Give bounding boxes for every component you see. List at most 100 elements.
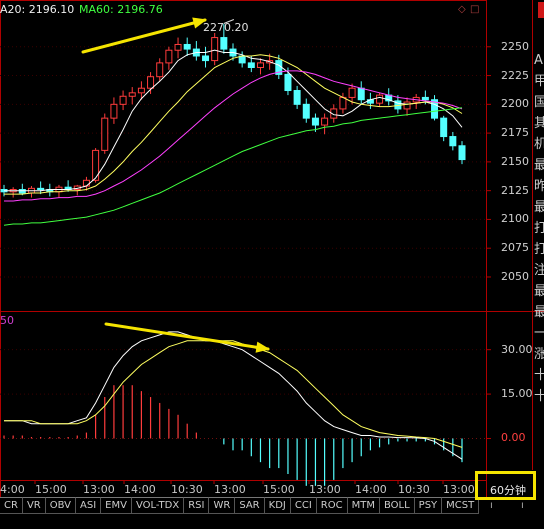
ma60-label: MA60: 2196.76 bbox=[79, 3, 163, 16]
candle-body bbox=[321, 117, 329, 126]
tab-emv[interactable]: EMV bbox=[100, 497, 132, 514]
macd-downtrend-arrow-head bbox=[255, 341, 270, 353]
tab-vol-tdx[interactable]: VOL-TDX bbox=[130, 497, 185, 514]
side-char: 十 bbox=[534, 368, 544, 383]
indicator-tabs: CR VR OBV ASI EMV VOL-TDX RSI WR SAR KDJ CCI ROC MTM… bbox=[0, 497, 487, 514]
price-tick-label: 2125 bbox=[501, 183, 529, 197]
side-char: 注 bbox=[534, 263, 544, 278]
candle-body bbox=[458, 145, 466, 161]
candle-body bbox=[302, 103, 310, 119]
high-annotation: 2270.20 bbox=[203, 21, 249, 34]
candle-body bbox=[440, 117, 448, 138]
tab-vr[interactable]: VR bbox=[21, 497, 46, 514]
time-tick-label: 14:00 bbox=[355, 483, 387, 496]
time-tick-label: 14:00 bbox=[124, 483, 156, 496]
outer-frame bbox=[0, 0, 487, 498]
chart-canvas[interactable] bbox=[0, 0, 544, 529]
price-tick-label: 2200 bbox=[501, 97, 529, 111]
side-tab[interactable] bbox=[538, 2, 544, 18]
tab-asi[interactable]: ASI bbox=[75, 497, 102, 514]
macd-tick-label: 30.00 bbox=[501, 342, 533, 356]
period-label[interactable]: 60分钟 bbox=[490, 482, 526, 498]
price-tick-label: 2075 bbox=[501, 241, 529, 255]
candle-body bbox=[247, 62, 255, 68]
candle-body bbox=[449, 136, 457, 147]
tab-mcst[interactable]: MCST bbox=[441, 497, 480, 514]
tab-psy[interactable]: PSY bbox=[413, 497, 443, 514]
time-tick-label: 15:00 bbox=[35, 483, 67, 496]
time-tick-label: 13:00 bbox=[83, 483, 115, 496]
tab-mtm[interactable]: MTM bbox=[346, 497, 380, 514]
candle-body bbox=[137, 87, 145, 94]
side-char: 最 bbox=[534, 158, 544, 173]
candle-body bbox=[357, 87, 365, 101]
side-char: 十 bbox=[534, 389, 544, 404]
macd-histogram bbox=[3, 385, 463, 486]
price-tick-label: 2250 bbox=[501, 39, 529, 53]
price-grid bbox=[0, 46, 491, 278]
side-char: 打 bbox=[534, 242, 544, 257]
price-tick-label: 2175 bbox=[501, 126, 529, 140]
close-icon[interactable]: □ bbox=[470, 4, 479, 15]
macd-label: 50 bbox=[0, 314, 14, 327]
tab-rsi[interactable]: RSI bbox=[183, 497, 210, 514]
side-char: 最 bbox=[534, 200, 544, 215]
candle-body bbox=[174, 43, 182, 51]
ma60-line bbox=[3, 107, 463, 226]
candle-body bbox=[37, 187, 45, 191]
ma5-line bbox=[4, 49, 463, 192]
side-char: A bbox=[534, 53, 543, 68]
time-tick-label: 4:00 bbox=[0, 483, 25, 496]
side-char: 最 bbox=[534, 305, 544, 320]
side-info-panel: A甲国其机最昨最打打注最最一涨十十 bbox=[534, 50, 544, 407]
candle-body bbox=[348, 87, 356, 98]
scroll-right-icon[interactable]: ı bbox=[521, 500, 524, 511]
side-char: 打 bbox=[534, 221, 544, 236]
tab-roc[interactable]: ROC bbox=[315, 497, 348, 514]
tab-cci[interactable]: CCI bbox=[289, 497, 317, 514]
ma20-line bbox=[4, 70, 463, 202]
scroll-left-icon[interactable]: ı bbox=[490, 500, 493, 511]
candle-body bbox=[376, 94, 384, 104]
time-tick-label: 13:00 bbox=[443, 483, 475, 496]
tab-boll[interactable]: BOLL bbox=[378, 497, 415, 514]
side-char: 国 bbox=[534, 95, 544, 110]
ma20-label: A20: 2196.10 bbox=[0, 3, 75, 16]
side-char: 最 bbox=[534, 284, 544, 299]
macd-grid bbox=[0, 349, 491, 439]
candle-body bbox=[128, 92, 136, 97]
side-char: 机 bbox=[534, 137, 544, 152]
time-tick-label: 13:00 bbox=[309, 483, 341, 496]
trend-arrows bbox=[81, 17, 270, 353]
candle-body bbox=[403, 101, 411, 110]
tab-sar[interactable]: SAR bbox=[234, 497, 265, 514]
tab-wr[interactable]: WR bbox=[208, 497, 236, 514]
candle-body bbox=[421, 96, 429, 101]
time-tick-label: 10:30 bbox=[171, 483, 203, 496]
side-char: 昨 bbox=[534, 179, 544, 194]
time-tick-label: 10:30 bbox=[398, 483, 430, 496]
candle-body bbox=[119, 95, 127, 105]
candle-body bbox=[18, 189, 26, 194]
diamond-icon[interactable]: ◇ bbox=[458, 4, 466, 15]
macd-tick-label: 0.00 bbox=[501, 431, 526, 445]
candle-body bbox=[256, 62, 264, 68]
price-tick-label: 2100 bbox=[501, 212, 529, 226]
candle-body bbox=[101, 117, 109, 151]
tab-kdj[interactable]: KDJ bbox=[263, 497, 291, 514]
candle-body bbox=[183, 43, 191, 50]
candle-body bbox=[202, 55, 210, 62]
price-tick-label: 2050 bbox=[501, 269, 529, 283]
chart-frame bbox=[0, 0, 544, 498]
tab-cr[interactable]: CR bbox=[0, 497, 23, 514]
time-tick-label: 13:00 bbox=[214, 483, 246, 496]
side-char: 其 bbox=[534, 116, 544, 131]
side-char: 一 bbox=[534, 326, 544, 341]
candle-body bbox=[339, 96, 347, 110]
candle-body bbox=[284, 73, 292, 92]
side-char: 甲 bbox=[534, 74, 544, 89]
candle-body bbox=[92, 149, 100, 181]
tab-obv[interactable]: OBV bbox=[44, 497, 76, 514]
price-tick-label: 2225 bbox=[501, 68, 529, 82]
candle-body bbox=[165, 49, 173, 64]
